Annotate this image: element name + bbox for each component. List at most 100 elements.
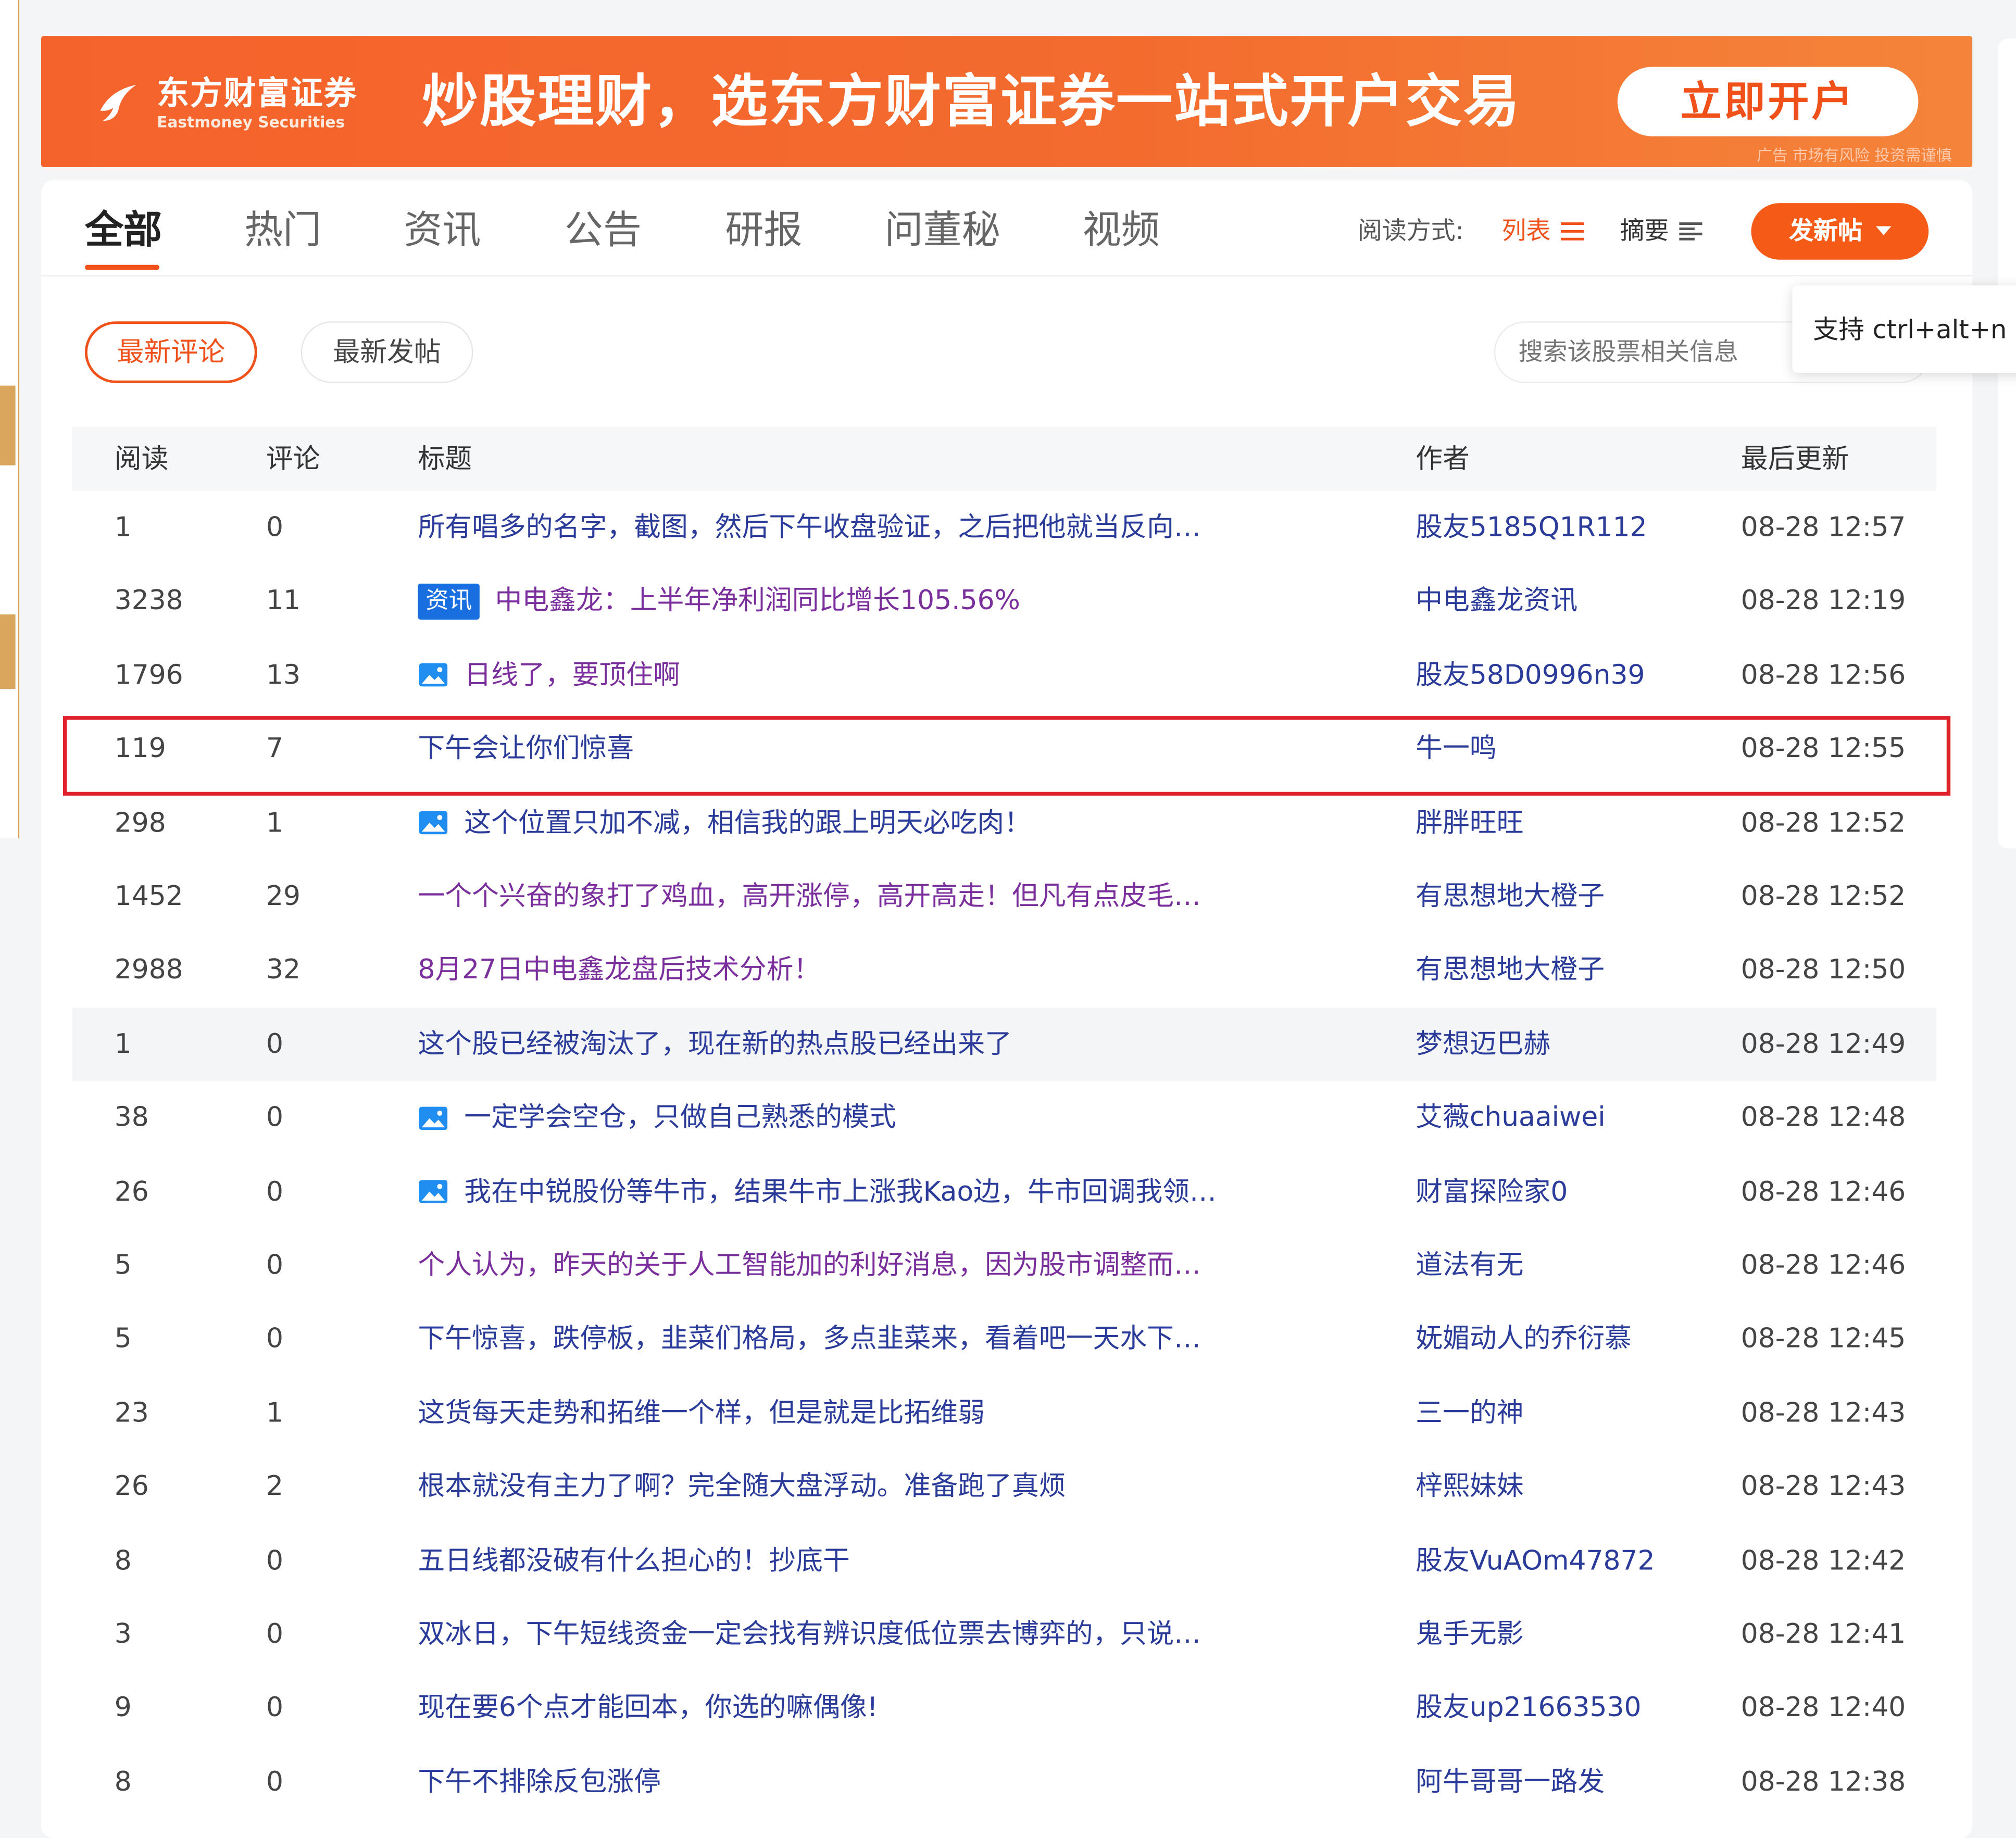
- post-title-link[interactable]: 这个股已经被淘汰了，现在新的热点股已经出来了: [418, 1008, 1369, 1081]
- comment-count: 32: [266, 954, 301, 986]
- table-row[interactable]: 1452 29 一个个兴奋的象打了鸡血，高开涨停，高开高走！但凡有点皮毛… 有思想地大…: [72, 860, 1936, 934]
- last-updated-time: 08-28 12:56: [1740, 659, 1906, 690]
- read-mode-summary-button[interactable]: 摘要: [1620, 213, 1702, 249]
- post-title-link[interactable]: 根本就没有主力了啊？完全随大盘浮动。准备跑了真烦: [418, 1450, 1369, 1524]
- tab-news[interactable]: 资讯: [404, 206, 481, 257]
- table-row[interactable]: 3 0 双冰日，下午短线资金一定会找有辨识度低位票去博弈的，只说… 鬼手无影 08-28…: [72, 1598, 1936, 1671]
- post-title-link[interactable]: 资讯 中电鑫龙：上半年净利润同比增长105.56%: [418, 565, 1369, 638]
- table-row[interactable]: 8 0 五日线都没破有什么担心的！抄底干 股友VuAOm47872 08-28 12:4…: [72, 1524, 1936, 1597]
- post-title-link[interactable]: 现在要6个点才能回本，你选的嘛偶像!: [418, 1671, 1369, 1745]
- post-title-link[interactable]: 我在中锐股份等牛市，结果牛市上涨我Kao边，牛市回调我领…: [418, 1155, 1369, 1228]
- post-title-link[interactable]: 这个位置只加不减，相信我的跟上明天必吃肉！: [418, 786, 1369, 860]
- read-mode-summary-label: 摘要: [1620, 217, 1669, 246]
- author-link[interactable]: 阿牛哥哥一路发: [1416, 1745, 1698, 1819]
- last-updated-time: 08-28 12:52: [1740, 807, 1906, 838]
- filter-latest-comment[interactable]: 最新评论: [84, 321, 257, 383]
- post-title-text: 所有唱多的名字，截图，然后下午收盘验证，之后把他就当反向…: [418, 511, 1201, 543]
- author-link[interactable]: 鬼手无影: [1416, 1598, 1698, 1671]
- author-link[interactable]: 梓熙妹妹: [1416, 1450, 1698, 1524]
- open-account-button[interactable]: 立即开户: [1617, 67, 1919, 136]
- tab-announcements[interactable]: 公告: [565, 206, 642, 257]
- author-link[interactable]: 财富探险家0: [1416, 1155, 1698, 1228]
- post-title-link[interactable]: 下午会让你们惊喜: [418, 712, 1369, 786]
- table-row[interactable]: 119 7 下午会让你们惊喜 牛一鸣 08-28 12:55: [72, 712, 1936, 786]
- table-row[interactable]: 1 0 这个股已经被淘汰了，现在新的热点股已经出来了 梦想迈巴赫 08-28 12:49: [72, 1008, 1937, 1081]
- comment-count: 0: [266, 1692, 284, 1723]
- author-link[interactable]: 胖胖旺旺: [1416, 786, 1698, 860]
- author-link[interactable]: 牛一鸣: [1416, 712, 1698, 786]
- author-link[interactable]: 三一的神: [1416, 1377, 1698, 1450]
- table-row[interactable]: 23 1 这货每天走势和拓维一个样，但是就是比拓维弱 三一的神 08-28 12:43: [72, 1377, 1936, 1450]
- author-link[interactable]: 道法有无: [1416, 1229, 1698, 1302]
- post-title-text: 这个股已经被淘汰了，现在新的热点股已经出来了: [418, 1028, 1012, 1059]
- read-count: 5: [114, 1249, 132, 1280]
- last-updated-time: 08-28 12:43: [1740, 1470, 1906, 1502]
- author-link[interactable]: 有思想地大橙子: [1416, 934, 1698, 1007]
- table-row[interactable]: 5 0 个人认为，昨天的关于人工智能加的利好消息，因为股市调整而… 道法有无 08-28…: [72, 1229, 1936, 1302]
- author-link[interactable]: 股友VuAOm47872: [1416, 1524, 1698, 1597]
- post-title-text: 这个位置只加不减，相信我的跟上明天必吃肉！: [464, 807, 1031, 838]
- new-post-button[interactable]: 发新帖: [1751, 203, 1929, 260]
- table-row[interactable]: 26 0 我在中锐股份等牛市，结果牛市上涨我Kao边，牛市回调我领… 财富探险家0 08…: [72, 1155, 1936, 1228]
- author-link[interactable]: 股友5185Q1R112: [1416, 491, 1698, 564]
- post-title-link[interactable]: 个人认为，昨天的关于人工智能加的利好消息，因为股市调整而…: [418, 1229, 1369, 1302]
- post-title-link[interactable]: 这货每天走势和拓维一个样，但是就是比拓维弱: [418, 1377, 1369, 1450]
- post-title-link[interactable]: 一个个兴奋的象打了鸡血，高开涨停，高开高走！但凡有点皮毛…: [418, 860, 1369, 934]
- tab-video[interactable]: 视频: [1083, 206, 1160, 257]
- left-panel-edge: [0, 0, 20, 838]
- read-count: 26: [114, 1175, 149, 1207]
- brand-logo: 东方财富证券 Eastmoney Securities: [93, 62, 396, 144]
- last-updated-time: 08-28 12:52: [1740, 880, 1906, 912]
- post-title-link[interactable]: 下午不排除反包涨停: [418, 1745, 1369, 1819]
- author-link[interactable]: 股友58D0996n39: [1416, 638, 1698, 712]
- last-updated-time: 08-28 12:42: [1740, 1544, 1906, 1576]
- tab-all[interactable]: 全部: [85, 206, 162, 257]
- header-author: 作者: [1416, 443, 1470, 474]
- tab-hot[interactable]: 热门: [244, 206, 321, 257]
- post-title-link[interactable]: 日线了，要顶住啊: [418, 638, 1369, 712]
- post-title-link[interactable]: 五日线都没破有什么担心的！抄底干: [418, 1524, 1369, 1597]
- table-row[interactable]: 8 0 下午不排除反包涨停 阿牛哥哥一路发 08-28 12:38: [72, 1745, 1936, 1819]
- last-updated-time: 08-28 12:19: [1740, 585, 1906, 616]
- last-updated-time: 08-28 12:57: [1740, 511, 1906, 543]
- post-title-link[interactable]: 所有唱多的名字，截图，然后下午收盘验证，之后把他就当反向…: [418, 491, 1369, 564]
- table-row[interactable]: 9 0 现在要6个点才能回本，你选的嘛偶像! 股友up21663530 08-28 12…: [72, 1671, 1936, 1745]
- header-title: 标题: [418, 443, 472, 474]
- table-row[interactable]: 2988 32 8月27日中电鑫龙盘后技术分析！ 有思想地大橙子 08-28 12:50: [72, 934, 1936, 1007]
- last-updated-time: 08-28 12:38: [1740, 1766, 1906, 1797]
- comment-count: 1: [266, 807, 284, 838]
- table-row[interactable]: 1796 13 日线了，要顶住啊 股友58D0996n39 08-28 12:56: [72, 638, 1936, 712]
- post-title-text: 中电鑫龙：上半年净利润同比增长105.56%: [495, 585, 1020, 616]
- post-title-link[interactable]: 一定学会空仓，只做自己熟悉的模式: [418, 1081, 1369, 1155]
- filter-latest-post[interactable]: 最新发帖: [300, 321, 473, 383]
- read-count: 8: [114, 1766, 132, 1797]
- read-mode-list-button[interactable]: 列表: [1502, 213, 1584, 249]
- post-title-link[interactable]: 8月27日中电鑫龙盘后技术分析！: [418, 934, 1369, 1007]
- last-updated-time: 08-28 12:55: [1740, 733, 1906, 764]
- last-updated-time: 08-28 12:46: [1740, 1249, 1906, 1280]
- tab-research[interactable]: 研报: [725, 206, 802, 257]
- post-list-card: 全部 热门 资讯 公告 研报 问董秘 视频 阅读方式: 列表 摘要 发新帖 最新…: [41, 180, 1973, 1838]
- banner-slogan: 炒股理财，选东方财富证券一站式开户交易: [421, 69, 1521, 135]
- author-link[interactable]: 妩媚动人的乔衍慕: [1416, 1303, 1698, 1376]
- read-mode-list-label: 列表: [1501, 217, 1551, 246]
- post-title-link[interactable]: 下午惊喜，跌停板，韭菜们格局，多点韭菜来，看着吧一天水下…: [418, 1303, 1369, 1376]
- comment-count: 0: [266, 511, 284, 543]
- table-row[interactable]: 26 2 根本就没有主力了啊？完全随大盘浮动。准备跑了真烦 梓熙妹妹 08-28 12:…: [72, 1450, 1936, 1524]
- author-link[interactable]: 股友up21663530: [1416, 1671, 1698, 1745]
- tab-ask-secretary[interactable]: 问董秘: [885, 206, 1000, 257]
- author-link[interactable]: 艾薇chuaaiwei: [1416, 1081, 1698, 1155]
- table-row[interactable]: 5 0 下午惊喜，跌停板，韭菜们格局，多点韭菜来，看着吧一天水下… 妩媚动人的乔衍慕 0…: [72, 1303, 1936, 1376]
- ad-banner[interactable]: 东方财富证券 Eastmoney Securities 炒股理财，选东方财富证券…: [41, 36, 1973, 167]
- read-count: 1: [114, 511, 132, 543]
- author-link[interactable]: 中电鑫龙资讯: [1416, 565, 1698, 638]
- author-link[interactable]: 梦想迈巴赫: [1416, 1008, 1698, 1081]
- table-row[interactable]: 3238 11 资讯 中电鑫龙：上半年净利润同比增长105.56% 中电鑫龙资讯 08-2…: [72, 565, 1936, 638]
- post-title-link[interactable]: 双冰日，下午短线资金一定会找有辨识度低位票去博弈的，只说…: [418, 1598, 1369, 1671]
- post-title-text: 个人认为，昨天的关于人工智能加的利好消息，因为股市调整而…: [418, 1249, 1201, 1280]
- table-row[interactable]: 298 1 这个位置只加不减，相信我的跟上明天必吃肉！ 胖胖旺旺 08-28 12:52: [72, 786, 1936, 860]
- table-row[interactable]: 38 0 一定学会空仓，只做自己熟悉的模式 艾薇chuaaiwei 08-28 12:4…: [72, 1081, 1936, 1155]
- author-link[interactable]: 有思想地大橙子: [1416, 860, 1698, 934]
- table-row[interactable]: 1 0 所有唱多的名字，截图，然后下午收盘验证，之后把他就当反向… 股友5185Q1R…: [72, 491, 1936, 564]
- caret-down-icon: [1875, 226, 1891, 235]
